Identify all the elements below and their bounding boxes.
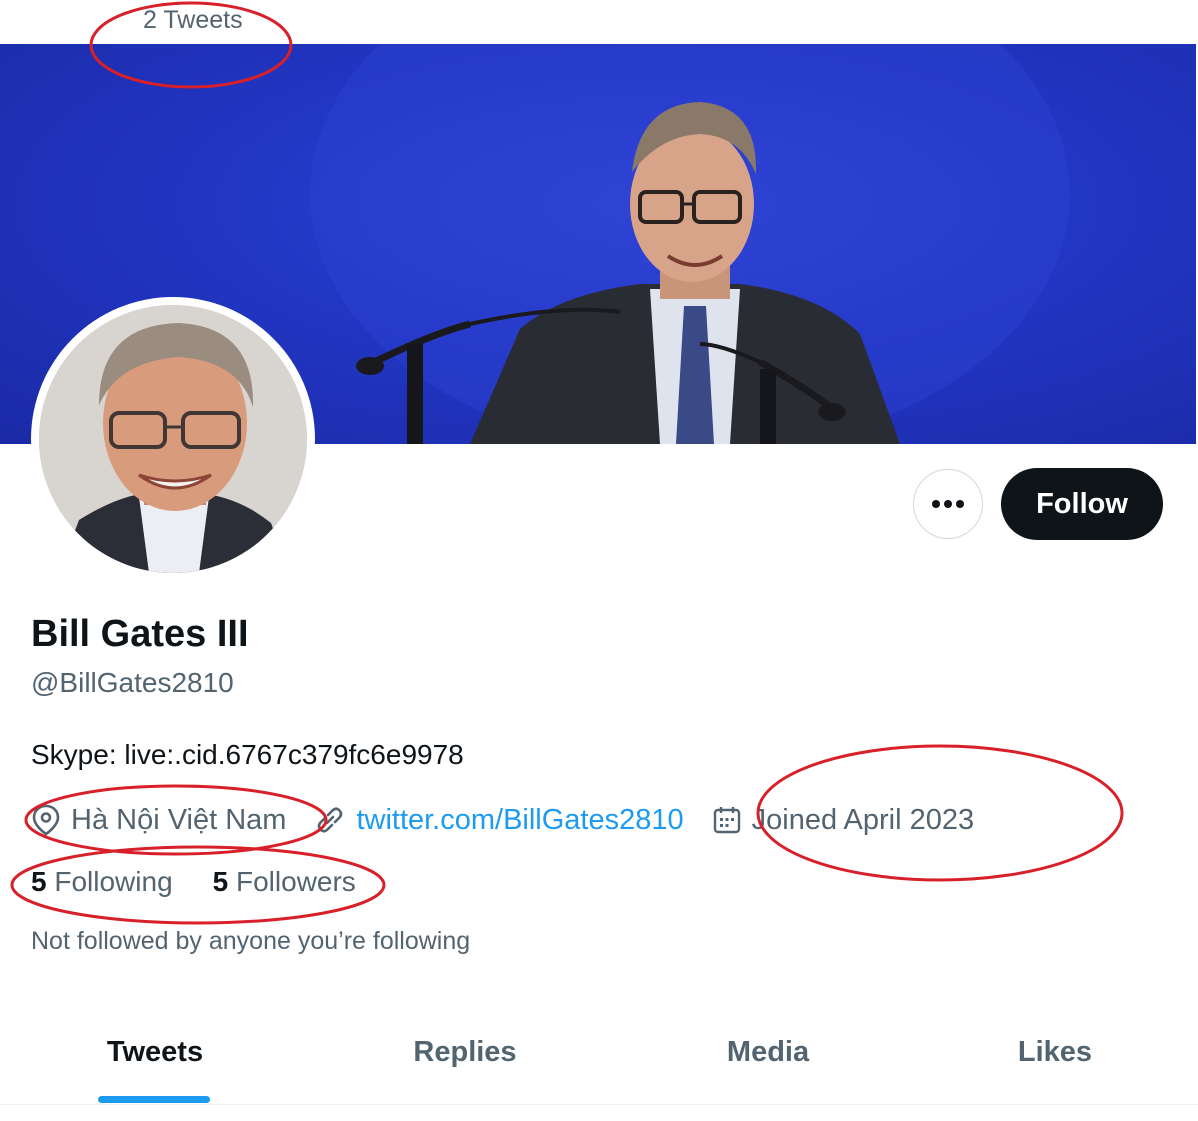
followers-count: 5 [212,866,229,897]
display-name: Bill Gates III [31,613,249,655]
followers-label: Followers [236,866,356,897]
active-tab-indicator [98,1096,210,1103]
joined-item: Joined April 2023 [712,803,975,837]
tab-media[interactable]: Media [668,1010,868,1106]
calendar-icon [713,807,740,834]
more-horizontal-icon [932,500,964,508]
followers-link[interactable]: 5 Followers [213,866,356,898]
tab-tweets[interactable]: Tweets [55,1010,255,1106]
link-icon [318,807,343,833]
map-pin-icon [32,804,60,836]
tab-replies[interactable]: Replies [365,1010,565,1106]
website-link[interactable]: twitter.com/BillGates2810 [356,804,683,837]
tabs-divider [0,1104,1198,1105]
following-count: 5 [31,866,47,897]
follow-button[interactable]: Follow [1001,468,1163,540]
profile-tabs: Tweets Replies Media Likes [0,1010,1198,1106]
avatar-photo [39,305,307,573]
website-item[interactable]: twitter.com/BillGates2810 [314,804,684,837]
profile-header-bar: 2 Tweets [0,0,1198,44]
location-item: Hà Nội Việt Nam [31,804,286,837]
avatar [39,305,307,573]
followed-by-note: Not followed by anyone you’re following [31,927,471,955]
avatar-frame[interactable] [31,297,315,581]
following-link[interactable]: 5 Following [31,866,173,898]
profile-bio: Skype: live:.cid.6767c379fc6e9978 [31,739,464,770]
following-label: Following [54,866,173,897]
follow-stats: 5 Following 5 Followers [31,866,396,898]
profile-meta-row: Hà Nội Việt Nam twitter.com/BillGates281… [31,800,1002,840]
more-options-button[interactable] [913,469,983,539]
location-text: Hà Nội Việt Nam [71,803,287,836]
tab-likes[interactable]: Likes [955,1010,1155,1106]
joined-text: Joined April 2023 [751,803,975,836]
profile-handle: @BillGates2810 [31,667,234,698]
tweet-count: 2 Tweets [143,6,243,34]
